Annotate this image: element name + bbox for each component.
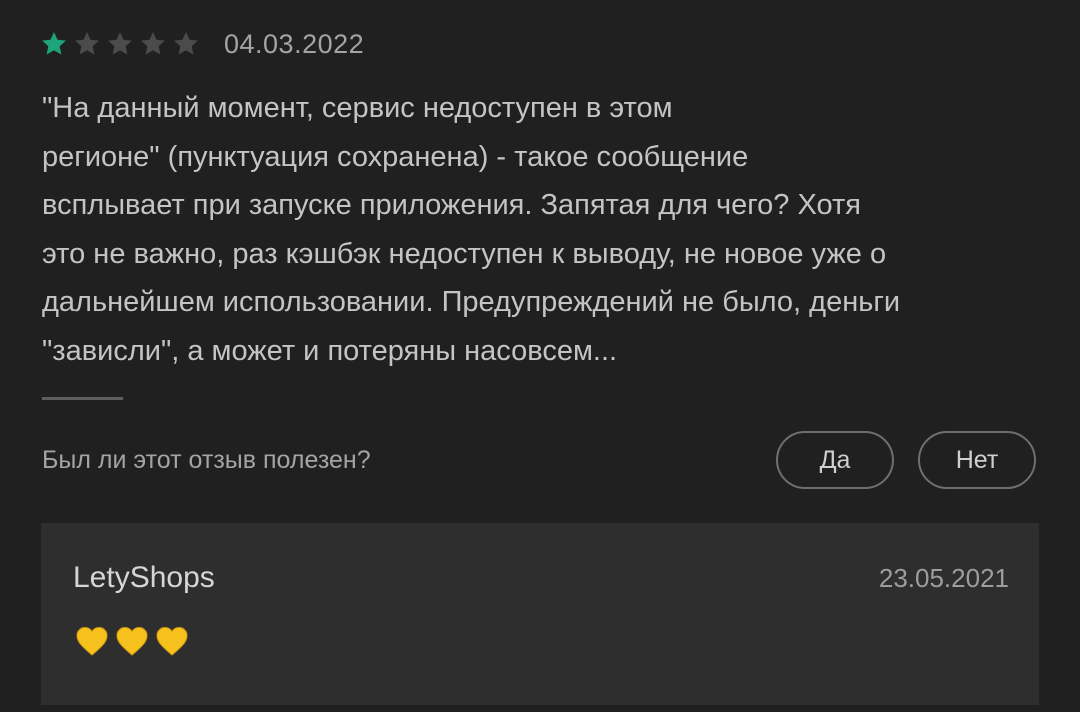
- star-empty-icon: [174, 32, 198, 55]
- yellow-heart-icon: [156, 626, 188, 656]
- review-text: "На данный момент, сервис недоступен в э…: [42, 92, 901, 367]
- yellow-heart-icon: [116, 626, 148, 656]
- yellow-heart-icon: [76, 626, 108, 656]
- reply-hearts: [73, 623, 193, 659]
- helpful-question: Был ли этот отзыв полезен?: [42, 446, 371, 474]
- developer-reply: LetyShops 23.05.2021: [41, 523, 1039, 705]
- helpful-no-button[interactable]: Нет: [918, 431, 1036, 489]
- star-empty-icon: [108, 32, 132, 55]
- star-empty-icon: [141, 32, 165, 55]
- rating-row: 04.03.2022: [40, 26, 364, 62]
- rating-stars: [40, 30, 205, 58]
- reply-date: 23.05.2021: [878, 563, 1009, 593]
- star-empty-icon: [75, 32, 99, 55]
- star-filled-icon: [42, 32, 66, 55]
- helpful-yes-button[interactable]: Да: [776, 431, 894, 489]
- review-divider: [42, 397, 123, 400]
- review-date: 04.03.2022: [224, 28, 365, 59]
- reply-author: LetyShops: [73, 561, 215, 594]
- review-card: 04.03.2022 "На данный момент, сервис нед…: [0, 0, 1080, 712]
